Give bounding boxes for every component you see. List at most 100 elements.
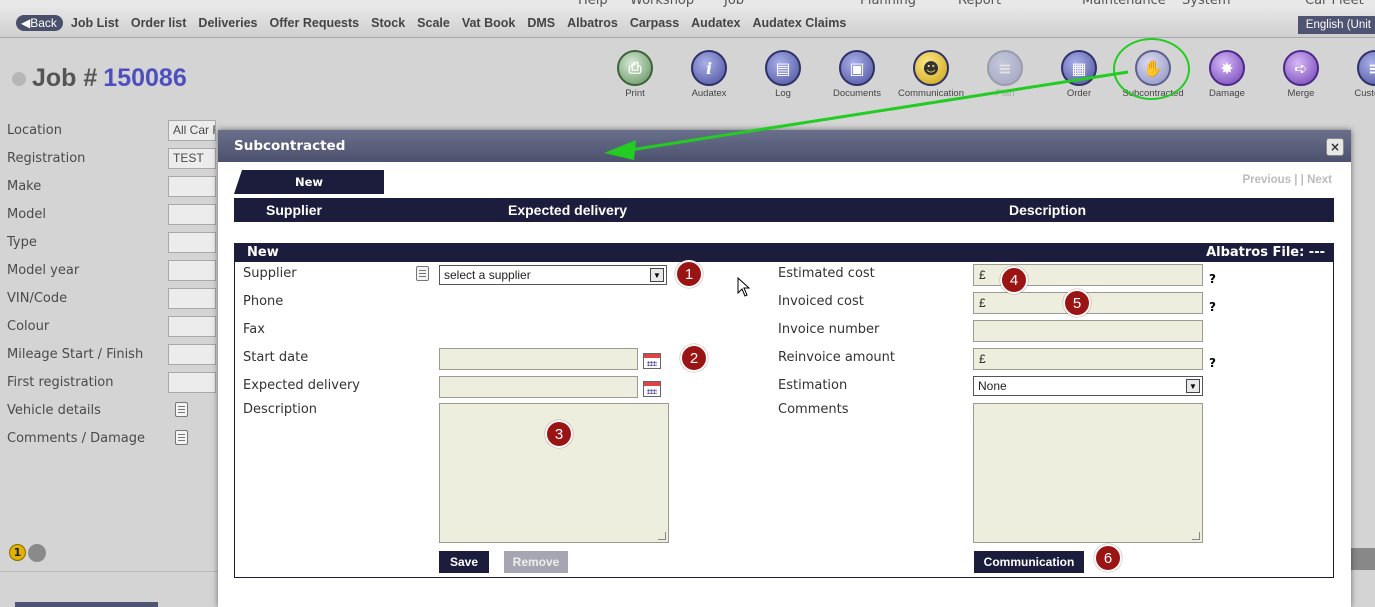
colour-field[interactable] <box>168 316 216 337</box>
top-menu-help[interactable]: Help <box>578 0 608 8</box>
model-year-field[interactable] <box>168 260 216 281</box>
info-icon: i <box>691 50 727 86</box>
car-icon[interactable] <box>28 544 46 562</box>
nav-audatex[interactable]: Audatex <box>691 16 740 30</box>
customer-icon: ≡ <box>1357 50 1375 86</box>
remove-button[interactable]: Remove <box>504 551 568 573</box>
close-icon[interactable]: × <box>1326 138 1344 156</box>
start-date-field[interactable] <box>439 348 638 370</box>
toolbar-audatex-label: Audatex <box>691 88 727 99</box>
calendar-icon[interactable] <box>643 381 661 397</box>
job-label: Job # <box>32 64 98 92</box>
albatros-file: Albatros File: --- <box>1206 245 1325 260</box>
mileage-field[interactable] <box>168 344 216 365</box>
make-label: Make <box>7 178 42 194</box>
supplier-note-icon[interactable] <box>416 266 429 281</box>
communication-button[interactable]: Communication <box>974 551 1084 573</box>
model-field[interactable] <box>168 204 216 225</box>
dialog-title: Subcontracted <box>218 130 1351 162</box>
scrollbar[interactable] <box>1351 548 1375 570</box>
nav-stock[interactable]: Stock <box>371 16 405 30</box>
registration-field[interactable]: TEST <box>168 148 216 169</box>
expected-delivery-label: Expected delivery <box>243 378 360 393</box>
expected-delivery-field[interactable] <box>439 376 638 398</box>
supplier-select[interactable]: select a supplier ▼ <box>439 265 667 285</box>
reinvoice-amount-help[interactable]: ? <box>1209 356 1216 370</box>
toolbar-print-button[interactable]: ⎙ Print <box>598 50 672 99</box>
model-label: Model <box>7 206 47 222</box>
back-button[interactable]: ◀Back <box>16 14 63 31</box>
nav-dms[interactable]: DMS <box>527 16 555 30</box>
comments-damage-label: Comments / Damage <box>7 430 145 446</box>
column-expected-delivery[interactable]: Expected delivery <box>508 202 627 218</box>
toolbar-communication-button[interactable]: ☻ Communication <box>894 50 968 99</box>
dialog-body: New Previous | | Next Supplier Expected … <box>234 170 1334 602</box>
toolbar-documents-button[interactable]: ▣ Documents <box>820 50 894 99</box>
location-select[interactable]: All Car Repair <box>168 120 216 141</box>
toolbar-log-button[interactable]: ▤ Log <box>746 50 820 99</box>
nav-bar: ◀Back Job List Order list Deliveries Off… <box>0 8 1375 38</box>
toolbar-audatex-button[interactable]: i Audatex <box>672 50 746 99</box>
nav-carpass[interactable]: Carpass <box>630 16 679 30</box>
status-dot-icon <box>12 71 26 86</box>
language-selector[interactable]: English (Unit <box>1297 16 1375 34</box>
nav-vat-book[interactable]: Vat Book <box>462 16 516 30</box>
toolbar-order-button[interactable]: ▦ Order <box>1042 50 1116 99</box>
toolbar-damage-button[interactable]: ✸ Damage <box>1190 50 1264 99</box>
toolbar-log-label: Log <box>775 88 791 99</box>
location-label: Location <box>7 122 62 138</box>
top-menu-job[interactable]: Job <box>724 0 744 8</box>
reinvoice-amount-label: Reinvoice amount <box>778 350 895 365</box>
supplier-select-value: select a supplier <box>444 268 531 282</box>
first-registration-field[interactable] <box>168 372 216 393</box>
nav-offer-requests[interactable]: Offer Requests <box>270 16 360 30</box>
vin-field[interactable] <box>168 288 216 309</box>
bottom-tab[interactable] <box>15 602 158 607</box>
invoice-number-field[interactable] <box>973 320 1203 342</box>
vehicle-details-note-icon[interactable] <box>175 402 188 417</box>
top-menu-system[interactable]: System <box>1182 0 1230 8</box>
estimation-select[interactable]: None ▼ <box>973 376 1203 396</box>
vehicle-details-label: Vehicle details <box>7 402 101 418</box>
pager-next[interactable]: Next <box>1307 174 1332 186</box>
top-menu-planning[interactable]: Planning <box>860 0 916 8</box>
type-row: Type <box>0 228 218 256</box>
nav-audatex-claims[interactable]: Audatex Claims <box>752 16 846 30</box>
comments-textarea[interactable] <box>973 403 1203 543</box>
toolbar-print-label: Print <box>625 88 645 99</box>
coin-icon[interactable]: 1 <box>9 544 26 561</box>
make-field[interactable] <box>168 176 216 197</box>
reinvoice-amount-field[interactable]: £ <box>973 348 1203 370</box>
comments-damage-note-icon[interactable] <box>175 430 188 445</box>
estimated-cost-help[interactable]: ? <box>1209 272 1216 286</box>
top-menu-report[interactable]: Report <box>958 0 1001 8</box>
pager: Previous | | Next <box>1242 174 1332 186</box>
nav-scale[interactable]: Scale <box>417 16 450 30</box>
calendar-icon[interactable] <box>643 353 661 369</box>
top-menu-maintenance[interactable]: Maintenance <box>1082 0 1166 8</box>
invoice-number-label: Invoice number <box>778 322 880 337</box>
nav-deliveries[interactable]: Deliveries <box>198 16 257 30</box>
nav-albatros[interactable]: Albatros <box>567 16 618 30</box>
invoiced-cost-help[interactable]: ? <box>1209 300 1216 314</box>
nav-job-list[interactable]: Job List <box>71 16 119 30</box>
toolbar-plan-button[interactable]: ≡ Plan <box>968 50 1042 99</box>
type-field[interactable] <box>168 232 216 253</box>
save-button[interactable]: Save <box>439 551 489 573</box>
nav-order-list[interactable]: Order list <box>131 16 187 30</box>
tab-new[interactable]: New <box>234 170 384 194</box>
vin-row: VIN/Code <box>0 284 218 312</box>
estimation-select-value: None <box>978 379 1007 393</box>
column-supplier[interactable]: Supplier <box>266 202 322 218</box>
toolbar-merge-button[interactable]: ➪ Merge <box>1264 50 1338 99</box>
annotation-badge-2: 2 <box>680 344 708 372</box>
toolbar-customer-button[interactable]: ≡ Customer <box>1338 50 1375 99</box>
pager-previous[interactable]: Previous <box>1242 174 1291 186</box>
phone-label: Phone <box>243 294 284 309</box>
toolbar-customer-label: Customer <box>1354 88 1375 99</box>
top-menu-workshop[interactable]: Workshop <box>630 0 694 8</box>
subcontract-list-header: Supplier Expected delivery Description <box>234 198 1334 222</box>
first-registration-label: First registration <box>7 374 114 390</box>
column-description[interactable]: Description <box>1009 202 1086 218</box>
top-menu-car-fleet[interactable]: Car Fleet <box>1305 0 1364 8</box>
